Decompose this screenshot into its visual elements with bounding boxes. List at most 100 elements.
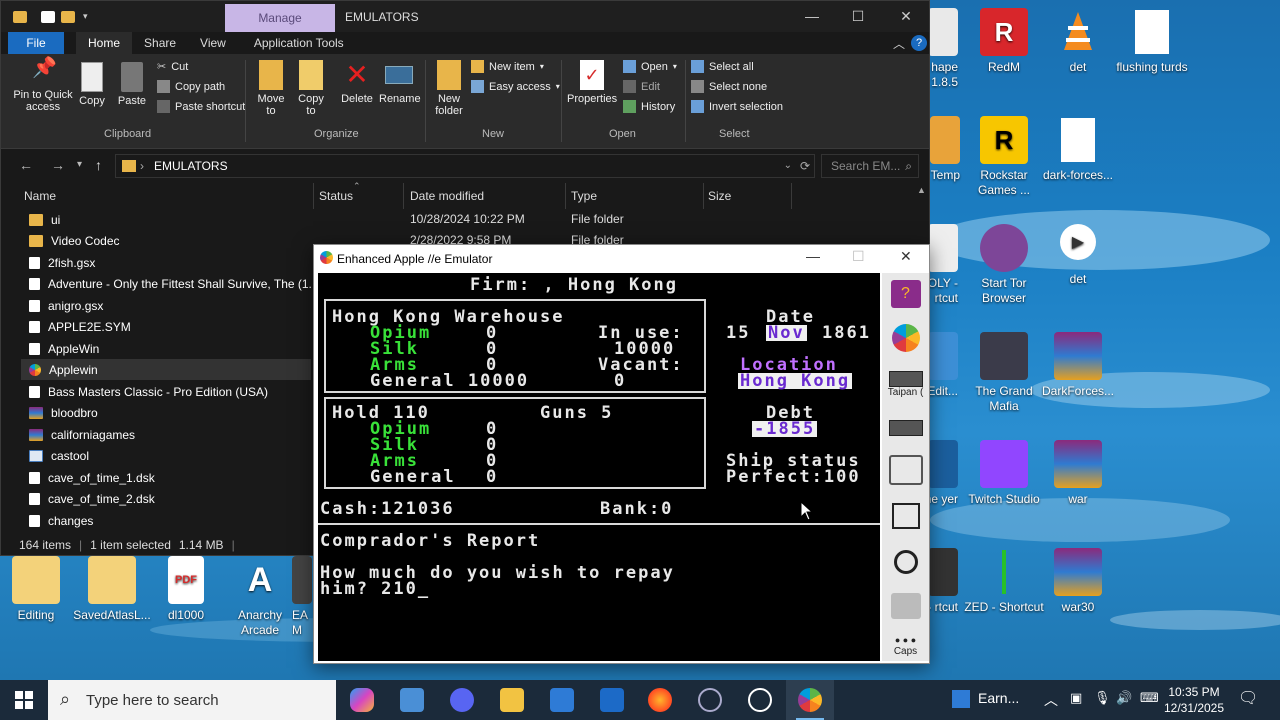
open-button[interactable]: Open ▾ [623, 60, 677, 73]
close-button[interactable]: ✕ [900, 248, 912, 265]
emulator-window[interactable]: Enhanced Apple //e Emulator — ☐ ✕ Firm: … [313, 244, 930, 664]
list-item[interactable]: anigro.gsx [21, 295, 311, 316]
invert-selection-button[interactable]: Invert selection [691, 100, 783, 113]
desktop-icon-twitch[interactable]: Twitch Studio [962, 440, 1046, 507]
history-button[interactable]: History [623, 100, 675, 113]
emulator-screen[interactable]: Firm: , Hong Kong Hong Kong Warehouse Op… [318, 273, 880, 661]
column-date-modified[interactable]: Date modified [410, 189, 484, 203]
desktop-icon-savedatlas[interactable]: SavedAtlasL... [70, 556, 154, 623]
desktop-icon-darkforces-rar[interactable]: DarkForces... [1036, 332, 1120, 399]
tab-file[interactable]: File [8, 32, 64, 54]
clock[interactable]: 10:35 PM 12/31/2025 [1162, 684, 1226, 716]
column-name[interactable]: Name [24, 189, 56, 203]
properties-button[interactable]: ✓ Properties [567, 60, 617, 105]
desktop-icon-rockstar[interactable]: R Rockstar Games ... [962, 116, 1046, 198]
start-button[interactable] [0, 680, 48, 720]
tab-view[interactable]: View [188, 32, 238, 54]
taskbar-discord[interactable] [438, 680, 486, 720]
settings-icon[interactable] [885, 587, 926, 625]
chevron-down-icon[interactable]: ⌄ [784, 155, 792, 177]
taskbar-app[interactable] [388, 680, 436, 720]
minimize-button[interactable]: — [806, 248, 820, 264]
emulator-titlebar[interactable]: Enhanced Apple //e Emulator — ☐ ✕ [314, 245, 929, 271]
notifications-icon[interactable]: 🗨 [1238, 688, 1258, 708]
list-item-selected[interactable]: Applewin [21, 359, 311, 380]
desktop-icon-editing[interactable]: Editing [0, 556, 78, 623]
taskbar-search-input[interactable]: ⌕ Type here to search [48, 680, 336, 720]
desktop-icon-grand-mafia[interactable]: The Grand Mafia [962, 332, 1046, 414]
chevron-up-icon[interactable]: ︿ [893, 35, 905, 52]
taskbar-copilot[interactable] [338, 680, 386, 720]
maximize-button[interactable]: ☐ [835, 1, 881, 32]
rename-button[interactable]: Rename [379, 60, 421, 105]
copy-to-button[interactable]: Copy to [293, 60, 329, 117]
desktop-icon-dl1000[interactable]: PDF dl1000 [144, 556, 228, 623]
desktop-icon-dark-forces-file[interactable]: dark-forces... [1036, 116, 1120, 183]
taskbar-outlook[interactable] [588, 680, 636, 720]
list-item[interactable]: castool [21, 445, 311, 466]
back-arrow-icon[interactable]: ← [19, 157, 33, 173]
list-item[interactable]: APPLE2E.SYM [21, 316, 311, 337]
taskbar-file-explorer[interactable] [488, 680, 536, 720]
new-folder-icon[interactable] [61, 10, 75, 23]
list-item[interactable]: Adventure - Only the Fittest Shall Survi… [21, 273, 311, 294]
desktop-icon-zed[interactable]: ZED - Shortcut [962, 548, 1046, 615]
pin-quick-access-button[interactable]: 📌 Pin to Quick access [9, 58, 77, 113]
weather-widget[interactable]: Earn... [952, 690, 1019, 708]
debugger-magnifier-icon[interactable] [885, 543, 926, 581]
apple-reset-icon[interactable] [885, 319, 926, 357]
desktop-icon-war30[interactable]: war30 [1036, 548, 1120, 615]
drive-2-icon[interactable] [885, 409, 926, 447]
refresh-icon[interactable]: ⟳ [800, 155, 810, 177]
cut-button[interactable]: ✂ Cut [157, 60, 188, 74]
column-size[interactable]: Size [708, 189, 731, 203]
maximize-button[interactable]: ☐ [852, 248, 865, 265]
network-icon[interactable]: ▣ [1070, 690, 1082, 706]
close-button[interactable]: ✕ [883, 1, 929, 32]
paste-shortcut-button[interactable]: Paste shortcut [157, 100, 245, 113]
minimize-button[interactable]: — [789, 1, 835, 32]
select-all-button[interactable]: Select all [691, 60, 754, 73]
microphone-icon[interactable]: 🎙 [1094, 690, 1111, 706]
copy-path-button[interactable]: Copy path [157, 80, 225, 93]
taskbar-store[interactable] [538, 680, 586, 720]
easy-access-button[interactable]: Easy access ▾ [471, 80, 560, 93]
list-item[interactable]: cave_of_time_1.dsk [21, 467, 311, 488]
column-status[interactable]: Status [319, 189, 353, 203]
fullscreen-icon[interactable] [885, 497, 926, 535]
explorer-titlebar[interactable]: ▾ Manage EMULATORS — ☐ ✕ [1, 1, 929, 32]
list-item[interactable]: Bass Masters Classic - Pro Edition (USA) [21, 381, 311, 402]
help-book-icon[interactable]: ? [885, 275, 926, 313]
copy-button[interactable]: Copy [75, 62, 109, 107]
desktop-icon-det-vlc[interactable]: det [1036, 8, 1120, 75]
up-arrow-icon[interactable]: ↑ [95, 157, 102, 173]
list-item[interactable]: ui [21, 209, 311, 230]
list-item[interactable]: Video Codec [21, 230, 311, 251]
forward-arrow-icon[interactable]: → [51, 157, 65, 173]
column-type[interactable]: Type [571, 189, 597, 203]
drive-1-icon[interactable]: Taipan ( [885, 365, 926, 403]
recent-chevron-icon[interactable]: ▾ [77, 159, 82, 170]
select-none-button[interactable]: Select none [691, 80, 767, 93]
manage-tab[interactable]: Manage [225, 4, 335, 32]
desktop-icon-war[interactable]: war [1036, 440, 1120, 507]
list-item[interactable]: bloodbro [21, 402, 311, 423]
edit-button[interactable]: Edit [623, 80, 660, 93]
desktop-icon-redm[interactable]: R RedM [962, 8, 1046, 75]
repay-input[interactable]: him? 210_ [320, 581, 430, 598]
delete-button[interactable]: ✕ Delete [339, 60, 375, 106]
chevron-down-icon[interactable]: ▾ [83, 11, 88, 22]
volume-icon[interactable]: 🔊 [1116, 690, 1132, 706]
properties-icon[interactable] [41, 10, 55, 23]
list-item[interactable]: AppleWin [21, 338, 311, 359]
taskbar-firefox[interactable] [636, 680, 684, 720]
list-item[interactable]: cave_of_time_2.dsk [21, 488, 311, 509]
new-folder-button[interactable]: New folder [431, 60, 467, 117]
taskbar-steam[interactable] [686, 680, 734, 720]
taskbar-applewin[interactable] [786, 680, 834, 720]
list-item[interactable]: 2fish.gsx [21, 252, 311, 273]
chevron-up-icon[interactable]: ︿ [1044, 690, 1058, 710]
help-icon[interactable]: ? [911, 35, 927, 51]
new-item-button[interactable]: New item ▾ [471, 60, 544, 73]
breadcrumb[interactable]: EMULATORS [154, 159, 228, 173]
